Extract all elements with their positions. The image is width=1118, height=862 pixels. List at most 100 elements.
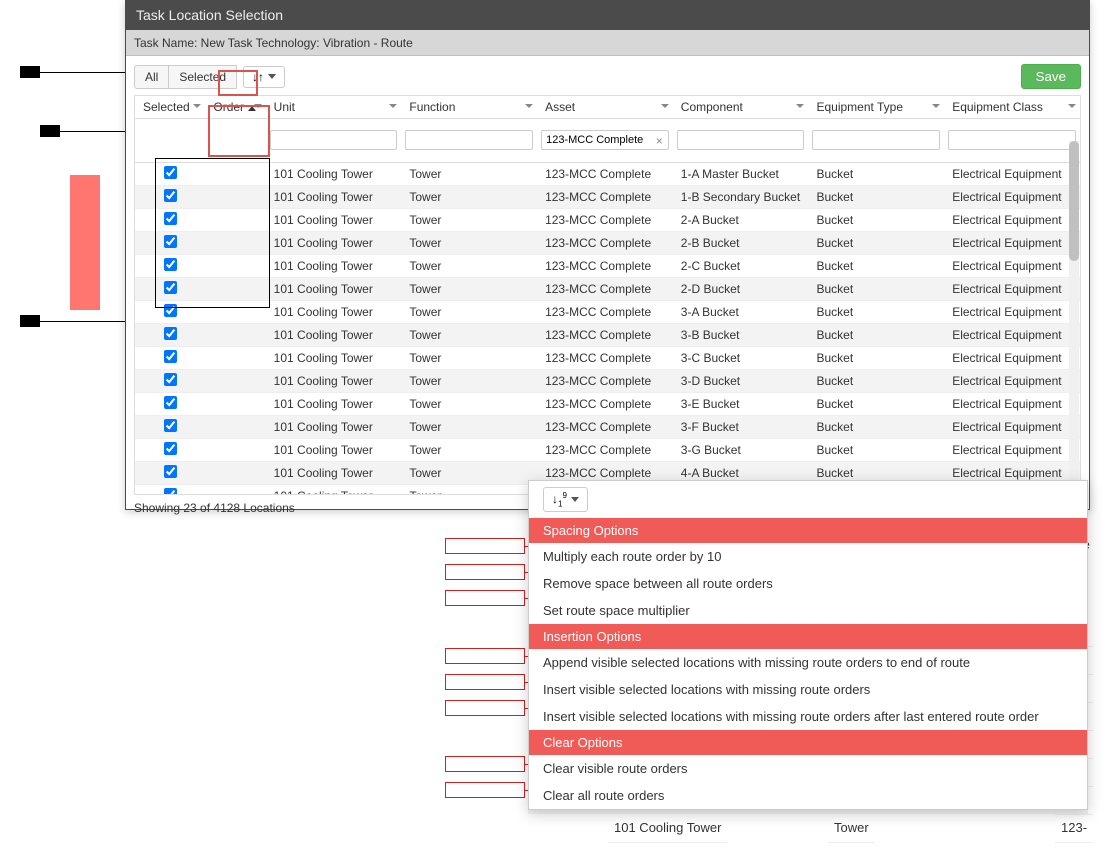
cell-order xyxy=(205,392,265,415)
table-row[interactable]: 101 Cooling TowerTower123-MCC Complete3-… xyxy=(135,438,1080,461)
table-row[interactable]: 101 Cooling TowerTower123-MCC Complete3-… xyxy=(135,392,1080,415)
row-checkbox[interactable] xyxy=(164,212,177,225)
leader-box-6 xyxy=(445,700,525,716)
row-checkbox[interactable] xyxy=(164,419,177,432)
route-order-menu-button[interactable]: ↓↑ xyxy=(243,66,285,88)
cell-function: Tower xyxy=(401,300,537,323)
cell-equipment-type: Bucket xyxy=(808,231,944,254)
chevron-down-icon xyxy=(193,104,201,108)
row-checkbox[interactable] xyxy=(164,281,177,294)
row-checkbox[interactable] xyxy=(164,166,177,179)
table-row[interactable]: 101 Cooling TowerTower123-MCC Complete3-… xyxy=(135,300,1080,323)
table-row[interactable]: 101 Cooling TowerTower123-MCC Complete2-… xyxy=(135,254,1080,277)
menu-remove-space[interactable]: Remove space between all route orders xyxy=(529,570,1087,597)
cell-asset: 123-MCC Complete xyxy=(537,254,673,277)
callout-marker-2 xyxy=(40,125,60,137)
cell-selected[interactable] xyxy=(135,369,205,392)
cell-selected[interactable] xyxy=(135,484,205,495)
filter-function[interactable] xyxy=(405,130,533,150)
route-order-menu-button-expanded[interactable]: ↓19 xyxy=(543,487,588,512)
cell-selected[interactable] xyxy=(135,323,205,346)
col-order[interactable]: Order xyxy=(205,96,265,118)
cell-asset: 123-MCC Complete xyxy=(537,369,673,392)
col-equipment-type-label: Equipment Type xyxy=(816,100,903,114)
cell-equipment-type: Bucket xyxy=(808,208,944,231)
cell-selected[interactable] xyxy=(135,438,205,461)
cell-selected[interactable] xyxy=(135,185,205,208)
cell-selected[interactable] xyxy=(135,162,205,185)
cell-unit: 101 Cooling Tower xyxy=(266,162,402,185)
cell-unit: 101 Cooling Tower xyxy=(266,231,402,254)
cell-selected[interactable] xyxy=(135,346,205,369)
row-checkbox[interactable] xyxy=(164,304,177,317)
row-checkbox[interactable] xyxy=(164,442,177,455)
cell-selected[interactable] xyxy=(135,208,205,231)
row-checkbox[interactable] xyxy=(164,396,177,409)
cell-selected[interactable] xyxy=(135,461,205,484)
cell-component: 3-A Bucket xyxy=(673,300,809,323)
cell-selected[interactable] xyxy=(135,254,205,277)
table-row[interactable]: 101 Cooling TowerTower123-MCC Complete3-… xyxy=(135,369,1080,392)
col-equipment-type[interactable]: Equipment Type xyxy=(808,96,944,118)
cell-selected[interactable] xyxy=(135,300,205,323)
cell-asset: 123-MCC Complete xyxy=(537,323,673,346)
col-component[interactable]: Component xyxy=(673,96,809,118)
filter-all-button[interactable]: All xyxy=(134,65,169,89)
row-checkbox[interactable] xyxy=(164,327,177,340)
menu-clear-visible[interactable]: Clear visible route orders xyxy=(529,755,1087,782)
table-row[interactable]: 101 Cooling TowerTower123-MCC Complete2-… xyxy=(135,231,1080,254)
clear-filter-icon[interactable]: × xyxy=(656,134,663,148)
menu-append-end[interactable]: Append visible selected locations with m… xyxy=(529,649,1087,676)
table-row[interactable]: 101 Cooling TowerTower123-MCC Complete1-… xyxy=(135,185,1080,208)
col-asset[interactable]: Asset xyxy=(537,96,673,118)
row-checkbox[interactable] xyxy=(164,235,177,248)
col-function[interactable]: Function xyxy=(401,96,537,118)
cell-component: 2-C Bucket xyxy=(673,254,809,277)
scrollbar-thumb[interactable] xyxy=(1069,141,1079,261)
table-row[interactable]: 101 Cooling TowerTower123-MCC Complete1-… xyxy=(135,162,1080,185)
save-button[interactable]: Save xyxy=(1021,64,1081,89)
menu-clear-all[interactable]: Clear all route orders xyxy=(529,782,1087,809)
row-checkbox[interactable] xyxy=(164,350,177,363)
row-checkbox[interactable] xyxy=(164,465,177,478)
cell-unit: 101 Cooling Tower xyxy=(266,484,402,495)
bg-cell-unit: 101 Cooling Tower xyxy=(608,814,727,843)
cell-selected[interactable] xyxy=(135,415,205,438)
cell-selected[interactable] xyxy=(135,231,205,254)
filter-unit[interactable] xyxy=(270,130,398,150)
cell-selected[interactable] xyxy=(135,277,205,300)
cell-asset: 123-MCC Complete xyxy=(537,185,673,208)
col-component-label: Component xyxy=(681,100,743,114)
menu-insert-missing[interactable]: Insert visible selected locations with m… xyxy=(529,676,1087,703)
row-checkbox[interactable] xyxy=(164,258,177,271)
cell-selected[interactable] xyxy=(135,392,205,415)
cell-asset: 123-MCC Complete xyxy=(537,392,673,415)
filter-component[interactable] xyxy=(677,130,805,150)
filter-selected-button[interactable]: Selected xyxy=(168,65,237,89)
cell-equipment-class: Electrical Equipment xyxy=(944,185,1080,208)
row-checkbox[interactable] xyxy=(164,189,177,202)
menu-set-multiplier[interactable]: Set route space multiplier xyxy=(529,597,1087,624)
filter-asset[interactable] xyxy=(541,130,669,150)
cell-unit: 101 Cooling Tower xyxy=(266,323,402,346)
col-equipment-class[interactable]: Equipment Class xyxy=(944,96,1080,118)
cell-order xyxy=(205,346,265,369)
table-row[interactable]: 101 Cooling TowerTower123-MCC Complete2-… xyxy=(135,208,1080,231)
cell-function: Tower xyxy=(401,346,537,369)
footer-count: Showing 23 of 4128 Locations xyxy=(134,501,295,515)
table-row[interactable]: 101 Cooling TowerTower123-MCC Complete3-… xyxy=(135,323,1080,346)
row-checkbox[interactable] xyxy=(164,373,177,386)
table-row[interactable]: 101 Cooling TowerTower123-MCC Complete3-… xyxy=(135,346,1080,369)
cell-unit: 101 Cooling Tower xyxy=(266,185,402,208)
col-selected[interactable]: Selected xyxy=(135,96,205,118)
table-row[interactable]: 101 Cooling TowerTower123-MCC Complete2-… xyxy=(135,277,1080,300)
menu-insert-after-last[interactable]: Insert visible selected locations with m… xyxy=(529,703,1087,730)
filter-equipment-class[interactable] xyxy=(948,130,1076,150)
cell-equipment-class: Electrical Equipment xyxy=(944,231,1080,254)
row-checkbox[interactable] xyxy=(164,488,177,496)
col-unit[interactable]: Unit xyxy=(266,96,402,118)
menu-multiply-by-10[interactable]: Multiply each route order by 10 xyxy=(529,543,1087,570)
filter-equipment-type[interactable] xyxy=(812,130,940,150)
table-row[interactable]: 101 Cooling TowerTower123-MCC Complete3-… xyxy=(135,415,1080,438)
cell-asset: 123-MCC Complete xyxy=(537,162,673,185)
